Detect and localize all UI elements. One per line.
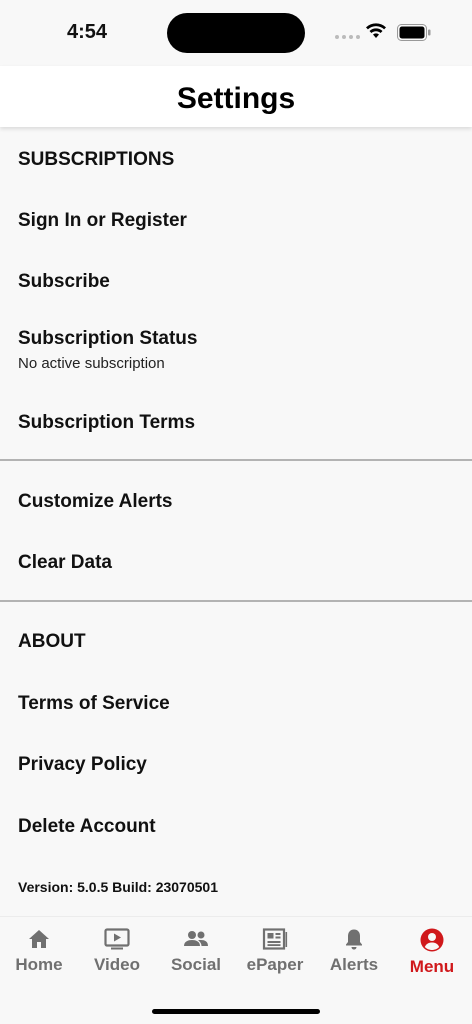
tab-label: Menu (409, 957, 455, 976)
customize-alerts-item[interactable]: Customize Alerts (18, 491, 173, 513)
tab-label: ePaper (246, 955, 304, 974)
tab-bar: Home Video Social ePaper Alerts Menu (0, 916, 472, 1024)
status-time: 4:54 (67, 21, 108, 43)
home-indicator (152, 1009, 320, 1014)
tab-video[interactable]: Video (78, 927, 156, 975)
terms-of-service-item[interactable]: Terms of Service (18, 693, 170, 715)
status-bar: 4:54 (0, 0, 472, 66)
sign-in-register-item[interactable]: Sign In or Register (18, 210, 187, 232)
tab-label: Alerts (329, 955, 379, 974)
wifi-icon (366, 23, 386, 38)
tab-epaper[interactable]: ePaper (236, 927, 314, 975)
privacy-policy-item[interactable]: Privacy Policy (18, 754, 147, 776)
newspaper-icon (262, 928, 288, 950)
bell-icon (346, 929, 362, 950)
tab-home[interactable]: Home (0, 927, 78, 975)
clear-data-item[interactable]: Clear Data (18, 552, 112, 574)
delete-account-item[interactable]: Delete Account (18, 816, 156, 838)
tab-alerts[interactable]: Alerts (315, 927, 393, 975)
section-divider (0, 600, 472, 602)
battery-icon (397, 24, 431, 41)
user-circle-icon (420, 928, 444, 952)
cellular-signal-icon (335, 35, 360, 39)
section-heading-subscriptions: SUBSCRIPTIONS (18, 149, 175, 170)
home-icon (29, 930, 49, 948)
tab-label: Video (94, 955, 140, 974)
tab-menu[interactable]: Menu (393, 927, 471, 977)
section-divider (0, 459, 472, 461)
tab-label: Social (170, 955, 222, 974)
people-icon (184, 931, 208, 946)
section-heading-about: ABOUT (18, 631, 86, 652)
tab-social[interactable]: Social (157, 927, 235, 975)
tab-label: Home (15, 955, 63, 974)
subscribe-item[interactable]: Subscribe (18, 271, 110, 293)
navigation-header: Settings (0, 66, 472, 127)
version-info: Version: 5.0.5 Build: 23070501 (18, 879, 218, 895)
dynamic-island (167, 13, 305, 53)
page-title: Settings (176, 82, 296, 115)
subscription-status-item[interactable]: Subscription Status (18, 328, 197, 350)
video-icon (104, 928, 130, 950)
subscription-terms-item[interactable]: Subscription Terms (18, 412, 195, 434)
subscription-status-value: No active subscription (18, 355, 165, 372)
